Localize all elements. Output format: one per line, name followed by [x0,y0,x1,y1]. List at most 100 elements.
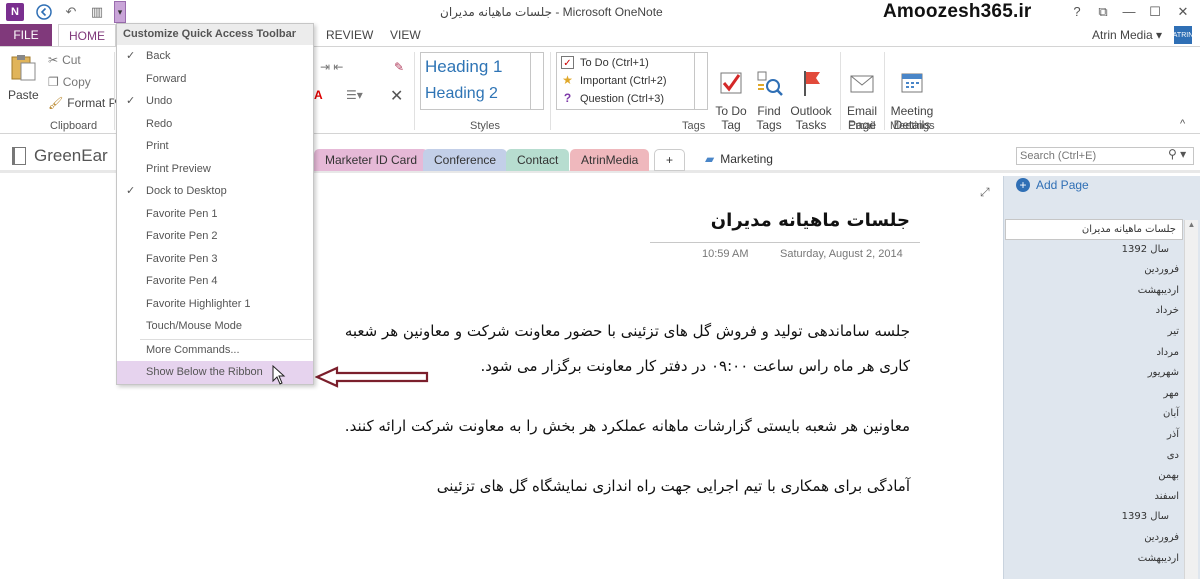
todo-tag-button[interactable]: To Do Tag [712,54,750,132]
page-list-item[interactable]: سال 1393 [1005,507,1183,528]
current-section[interactable]: ▰ Marketing [705,152,773,166]
tab-review[interactable]: REVIEW [326,28,373,42]
page-list-item[interactable]: مرداد [1005,343,1183,364]
add-page-button[interactable]: + Add Page [1016,178,1089,192]
tags-scroll[interactable] [694,53,707,109]
page-list-item[interactable]: آبان [1005,404,1183,425]
menu-item-label: Favorite Pen 1 [146,207,218,220]
styles-gallery[interactable]: Heading 1 Heading 2 [420,52,544,110]
dock-to-desktop-icon[interactable]: ▥ [88,3,106,21]
checkmark-icon: ✓ [126,50,136,62]
menu-item-favorite-pen-3[interactable]: Favorite Pen 3 [117,248,313,271]
menu-item-dock-to-desktop[interactable]: ✓ Dock to Desktop [117,180,313,203]
section-tab[interactable]: Conference [423,149,508,171]
note-paragraph[interactable]: آمادگی برای همکاری با تیم اجرایی جهت راه… [437,477,910,495]
page-list-item[interactable]: مهر [1005,384,1183,405]
font-color-icon[interactable]: A [314,88,323,102]
outlook-tasks-button[interactable]: Outlook Tasks [788,54,834,132]
style-heading-2[interactable]: Heading 2 [425,85,498,103]
styles-scroll[interactable] [530,52,544,110]
page-list-item[interactable]: دی [1005,446,1183,467]
divider [884,52,885,130]
cut-label: Cut [62,53,81,67]
menu-item-back[interactable]: ✓ Back [117,45,313,68]
page-list-item[interactable]: شهریور [1005,363,1183,384]
note-paragraph[interactable]: معاونین هر شعبه بایستی گزارشات ماهانه عم… [345,417,910,435]
close-button[interactable]: ✕ [1172,2,1194,22]
note-paragraph[interactable]: کاری هر ماه راس ساعت ۰۹:۰۰ در دفتر کار م… [481,357,911,375]
avatar[interactable]: ATRIN [1173,26,1193,44]
menu-item-print-preview[interactable]: Print Preview [117,158,313,181]
menu-item-favorite-pen-4[interactable]: Favorite Pen 4 [117,270,313,293]
menu-item-label: Favorite Pen 3 [146,252,218,265]
page-list-item[interactable]: بهمن [1005,466,1183,487]
page-list-item[interactable]: اردیبهشت [1005,549,1183,570]
undo-icon[interactable]: ↶ [62,3,80,21]
menu-item-redo[interactable]: Redo [117,113,313,136]
tag-important[interactable]: ★ Important (Ctrl+2) [561,74,666,87]
page-list-item[interactable]: آذر [1005,425,1183,446]
indent-icon[interactable]: ⇥ ⇤ [320,60,343,74]
tag-question[interactable]: ? Question (Ctrl+3) [561,92,664,105]
format-painter-button[interactable]: 🖌 Format Pa [48,96,123,110]
style-heading-1[interactable]: Heading 1 [425,57,503,77]
page-list-item[interactable]: فروردین [1005,528,1183,549]
align-icon[interactable]: ☰▾ [346,88,363,102]
customize-qat-button[interactable]: ▾ [114,1,126,23]
scroll-up-icon[interactable]: ▲ [1185,220,1198,229]
cut-button[interactable]: ✂ Cut [48,53,81,67]
add-section-tab[interactable]: + [654,149,686,171]
clear-formatting-icon[interactable]: ✎ [394,60,404,74]
todo-tag-label: To Do Tag [715,104,747,132]
page-title[interactable]: جلسات ماهیانه مدیران [650,210,910,231]
menu-item-label: Print [146,140,169,152]
paste-button[interactable]: Paste [8,52,39,102]
delete-icon[interactable]: ✕ [390,86,403,106]
menu-item-favorite-pen-2[interactable]: Favorite Pen 2 [117,225,313,248]
page-list-item[interactable]: سال 1392 [1005,240,1183,261]
ribbon-display-options-button[interactable]: ⧉ [1092,2,1114,22]
search-icon[interactable]: ⚲ ▾ [1168,147,1186,161]
menu-item-favorite-highlighter-1[interactable]: Favorite Highlighter 1 [117,293,313,316]
page-list-item[interactable]: جلسات ماهیانه مدیران [1005,219,1183,240]
note-paragraph[interactable]: جلسه ساماندهی تولید و فروش گل های تزئینی… [345,322,910,340]
help-button[interactable]: ? [1066,2,1088,22]
back-icon[interactable] [35,3,53,21]
collapse-ribbon-icon[interactable]: ^ [1180,118,1185,130]
tab-file[interactable]: FILE [0,24,52,46]
section-tab[interactable]: AtrinMedia [570,149,650,171]
menu-item-forward[interactable]: Forward [117,68,313,91]
current-section-label: Marketing [720,152,773,166]
checkmark-icon: ✓ [126,185,136,197]
minimize-button[interactable]: — [1118,2,1140,22]
tags-gallery[interactable]: ✓ To Do (Ctrl+1) ★ Important (Ctrl+2) ? Que… [556,52,708,110]
brush-icon: 🖌 [48,96,64,110]
menu-item-label: Forward [146,72,187,85]
menu-item-more-commands[interactable]: More Commands... [117,339,313,362]
notebook-selector[interactable]: GreenEar [12,146,108,166]
expand-icon[interactable]: ⤢ [980,185,990,200]
page-list-scrollbar[interactable]: ▲ [1184,220,1198,579]
page-list-item[interactable]: فروردین [1005,260,1183,281]
tab-view[interactable]: VIEW [390,28,421,42]
menu-item-undo[interactable]: ✓ Undo [117,90,313,113]
page-list-item[interactable]: اردیبهشت [1005,281,1183,302]
menu-item-touch-mouse-mode[interactable]: Touch/Mouse Mode [117,315,313,338]
user-name-label: Atrin Media [1092,28,1153,42]
notebook-icon [12,147,26,165]
page-list-item[interactable]: اسفند [1005,487,1183,508]
section-tab[interactable]: Marketer ID Card [314,149,429,171]
annotation-arrow [315,366,429,388]
copy-button[interactable]: ❐ Copy [48,75,91,89]
menu-item-favorite-pen-1[interactable]: Favorite Pen 1 [117,203,313,226]
menu-item-print[interactable]: Print [117,135,313,158]
tab-home[interactable]: HOME [58,24,116,46]
section-tab[interactable]: Contact [506,149,570,171]
page-list-item[interactable]: خرداد [1005,301,1183,322]
maximize-button[interactable]: ☐ [1144,2,1166,22]
tag-todo[interactable]: ✓ To Do (Ctrl+1) [561,56,649,69]
user-name[interactable]: Atrin Media ▾ [1092,28,1162,42]
menu-item-label: Print Preview [146,162,211,175]
find-tags-button[interactable]: Find Tags [752,54,786,132]
page-list-item[interactable]: تیر [1005,322,1183,343]
